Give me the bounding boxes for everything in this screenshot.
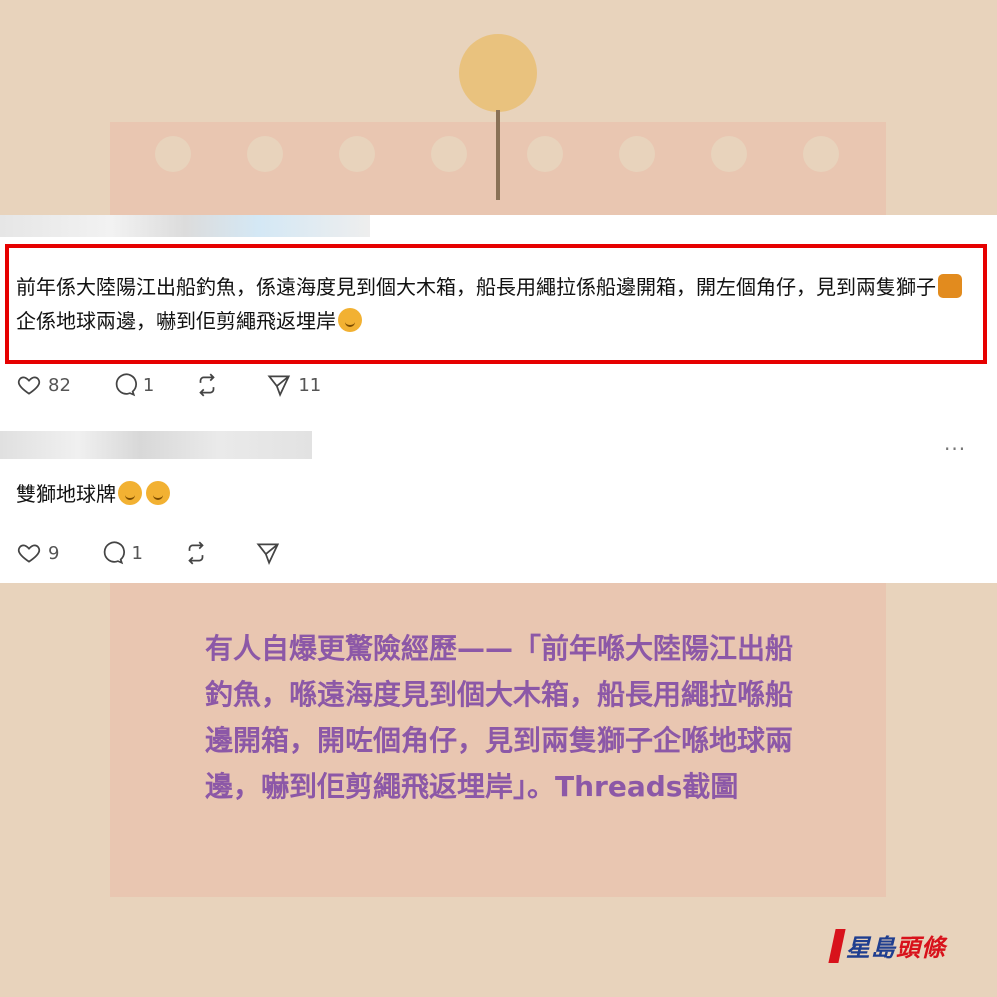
send-icon xyxy=(267,375,291,397)
reply-count: 1 xyxy=(142,374,155,396)
post1-text-a: 前年係大陸陽江出船釣魚，係遠海度見到個大木箱，船長用繩拉係船邊開箱，開左個角仔，… xyxy=(16,275,936,299)
like-count: 82 xyxy=(48,374,71,396)
reply-button[interactable]: 1 xyxy=(99,540,143,566)
scallop xyxy=(339,136,375,172)
repost-button[interactable] xyxy=(183,540,215,566)
like-button[interactable]: 82 xyxy=(16,372,71,398)
scallop xyxy=(247,136,283,172)
reply-button[interactable]: 1 xyxy=(111,372,154,398)
repost-button[interactable] xyxy=(194,372,226,398)
post2-text: 雙獅地球牌 xyxy=(16,478,172,507)
blurred-username-2 xyxy=(0,431,312,459)
logo-blue-text: 星島 xyxy=(846,934,896,962)
post1-text: 前年係大陸陽江出船釣魚，係遠海度見到個大木箱，船長用繩拉係船邊開箱，開左個角仔，… xyxy=(16,270,976,338)
sun-decoration xyxy=(459,34,537,112)
post2-body: 雙獅地球牌 xyxy=(16,482,116,506)
share-count: 11 xyxy=(298,374,322,396)
share-button[interactable] xyxy=(255,540,287,566)
scallop xyxy=(527,136,563,172)
scallop xyxy=(711,136,747,172)
like-button[interactable]: 9 xyxy=(16,540,59,566)
scallop xyxy=(803,136,839,172)
post2-actions: 9 1 xyxy=(16,540,327,566)
send-icon xyxy=(256,543,280,565)
share-button[interactable]: 11 xyxy=(266,372,321,398)
sing-tao-logo: 星島頭條 xyxy=(828,928,946,963)
post1-text-b: 企係地球兩邊，嚇到佢剪繩飛返埋岸 xyxy=(16,309,336,333)
smile-emoji xyxy=(146,481,170,505)
sun-stick xyxy=(496,110,500,200)
scallop xyxy=(155,136,191,172)
caption: 有人自爆更驚險經歷——「前年喺大陸陽江出船釣魚，喺遠海度見到個大木箱，船長用繩拉… xyxy=(205,632,794,803)
smile-emoji xyxy=(118,481,142,505)
post1-actions: 82 1 11 xyxy=(16,372,361,398)
heart-icon xyxy=(17,544,41,563)
repost-icon xyxy=(188,541,204,565)
lion-emoji xyxy=(938,274,962,298)
like-count: 9 xyxy=(48,542,60,564)
more-icon[interactable]: ··· xyxy=(944,437,966,461)
smile-emoji xyxy=(338,308,362,332)
logo-text: 星島頭條 xyxy=(846,928,946,963)
heart-icon xyxy=(17,376,41,395)
scallop xyxy=(619,136,655,172)
reply-count: 1 xyxy=(131,542,143,564)
logo-mark xyxy=(828,928,846,963)
logo-red-text: 頭條 xyxy=(896,934,946,962)
comment-icon xyxy=(104,541,126,565)
comment-icon xyxy=(115,373,137,397)
blurred-username xyxy=(0,215,370,237)
repost-icon xyxy=(199,373,216,397)
scallop xyxy=(431,136,467,172)
